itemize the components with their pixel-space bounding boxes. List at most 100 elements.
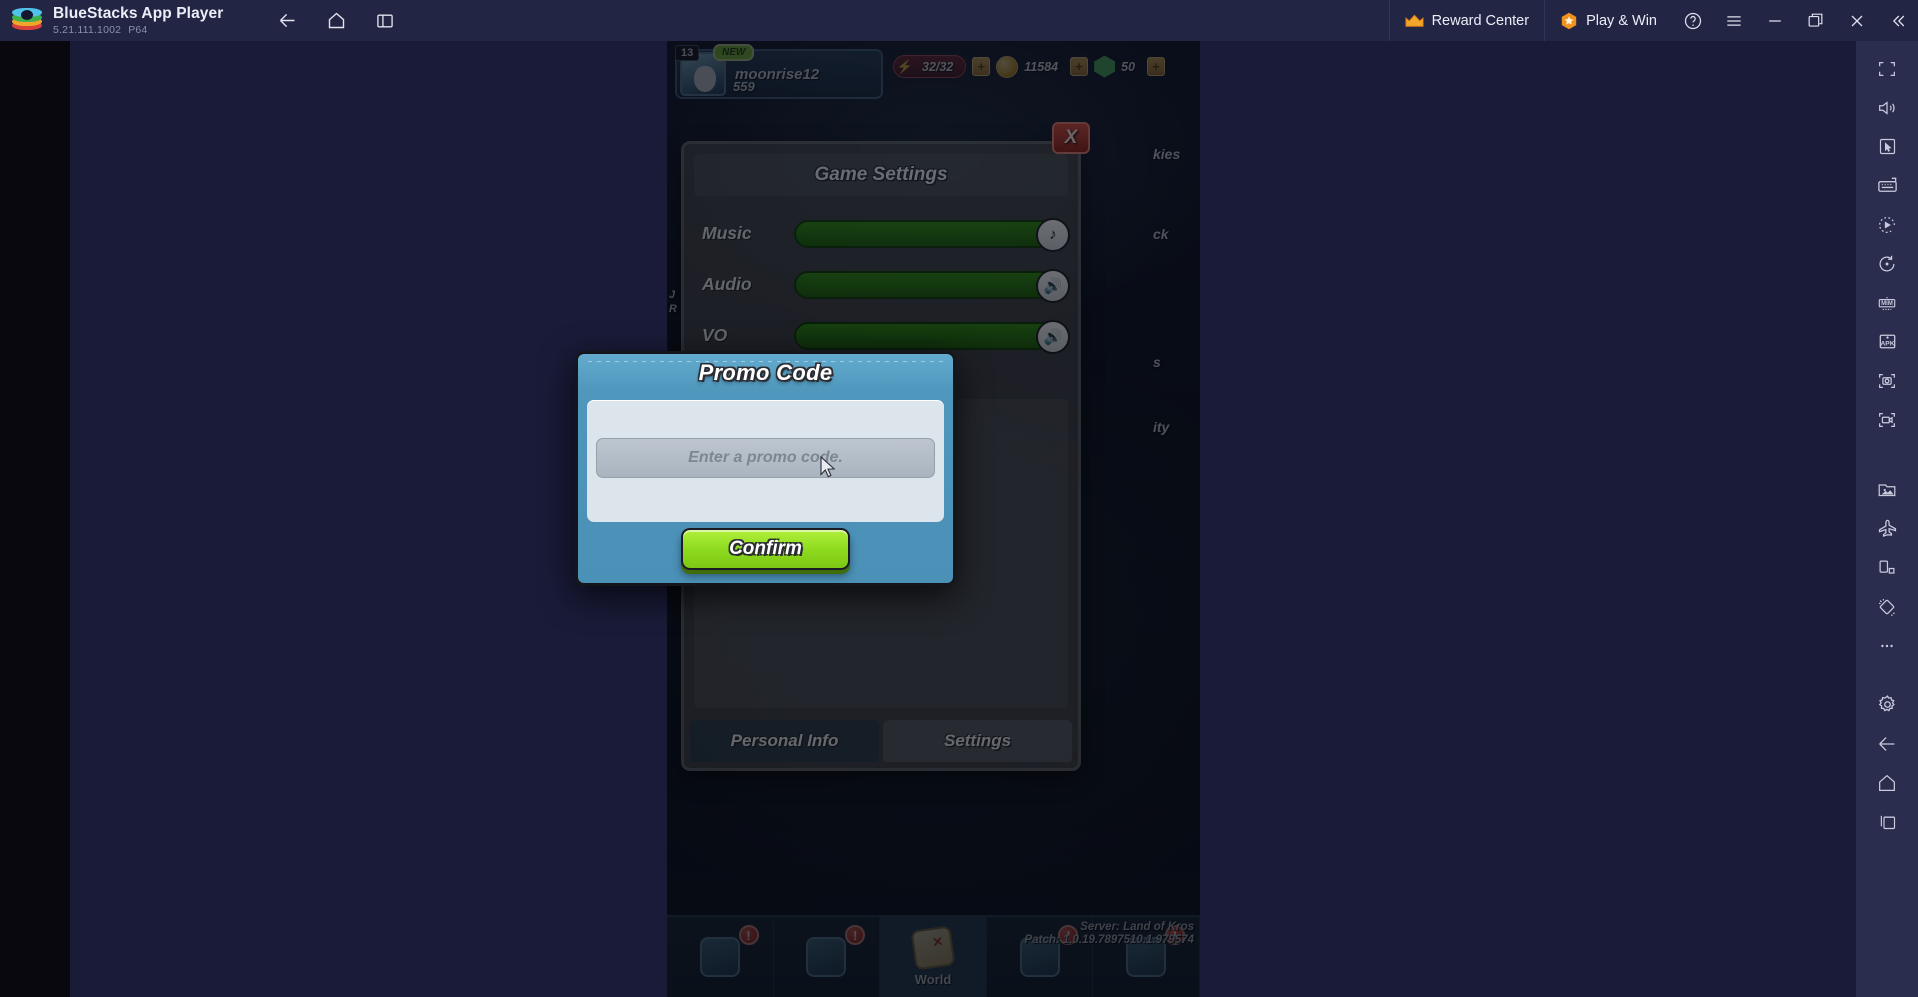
android-home-button[interactable] bbox=[1864, 763, 1910, 802]
nav-badge: ! bbox=[1164, 925, 1185, 945]
record-screen-button[interactable] bbox=[1864, 400, 1910, 439]
gem-icon bbox=[806, 937, 847, 977]
app-title-group: BlueStacks App Player 5.21.111.1002 P64 bbox=[53, 5, 223, 36]
new-badge: NEW bbox=[713, 44, 755, 61]
coin-icon bbox=[996, 55, 1019, 78]
hex-star-icon bbox=[1560, 12, 1578, 30]
volume-button[interactable] bbox=[1864, 88, 1910, 127]
audio-slider[interactable]: 🔊 bbox=[794, 268, 1070, 303]
settings-close-button[interactable]: X bbox=[1052, 122, 1090, 154]
svg-text:MIM: MIM bbox=[1881, 300, 1893, 306]
energy-add-button[interactable]: + bbox=[972, 57, 991, 76]
nav-badge: ! bbox=[845, 925, 866, 945]
music-note-icon[interactable]: ♪ bbox=[1036, 217, 1070, 252]
settings-rows: Music ♪ Audio 🔊 VO 🔊 bbox=[684, 196, 1078, 361]
android-back-button[interactable] bbox=[1864, 724, 1910, 763]
collapse-sidebar-button[interactable] bbox=[1877, 0, 1918, 41]
keyboard-controls-button[interactable] bbox=[1864, 166, 1910, 205]
reward-center-label: Reward Center bbox=[1431, 12, 1530, 29]
nav-item-lab[interactable]: ! bbox=[667, 917, 774, 997]
settings-row-audio: Audio 🔊 bbox=[702, 259, 1070, 310]
confirm-button[interactable]: Confirm bbox=[681, 528, 850, 570]
more-options-button[interactable] bbox=[1864, 626, 1910, 665]
game-bottom-nav: ! ! World ! ! Se bbox=[667, 915, 1200, 997]
close-button[interactable] bbox=[1836, 0, 1877, 41]
settings-row-music: Music ♪ bbox=[702, 208, 1070, 259]
vo-label: VO bbox=[702, 325, 728, 345]
player-card[interactable]: 13 NEW moonrise12 559 bbox=[675, 44, 883, 99]
reward-center-button[interactable]: Reward Center bbox=[1388, 0, 1545, 41]
player-guild-points: 559 bbox=[733, 79, 755, 94]
settings-tabs: Personal Info Settings bbox=[690, 720, 1072, 762]
install-apk-button[interactable]: APK bbox=[1864, 322, 1910, 361]
media-manager-button[interactable] bbox=[1864, 470, 1910, 509]
screenshot-button[interactable] bbox=[1864, 361, 1910, 400]
minimize-button[interactable] bbox=[1754, 0, 1795, 41]
nav-item-shop[interactable]: ! bbox=[1093, 917, 1200, 997]
dialog-stitch-decoration bbox=[588, 361, 943, 362]
speaker-icon[interactable]: 🔊 bbox=[1036, 319, 1070, 354]
version-number: 5.21.111.1002 bbox=[53, 24, 122, 36]
settings-button[interactable] bbox=[1864, 685, 1910, 724]
menu-button[interactable] bbox=[1713, 0, 1754, 41]
speaker-icon[interactable]: 🔊 bbox=[1036, 268, 1070, 303]
promo-code-title: Promo Code bbox=[698, 360, 833, 385]
shake-button[interactable] bbox=[1864, 587, 1910, 626]
gold-value: 11584 bbox=[1024, 59, 1059, 74]
gem-icon bbox=[1094, 55, 1116, 78]
fullscreen-button[interactable] bbox=[1864, 49, 1910, 88]
confirm-button-row: Confirm bbox=[578, 528, 953, 570]
android-viewport[interactable]: kies ck s ity J R S 13 NEW moonrise12 55… bbox=[0, 41, 1856, 997]
title-bar: BlueStacks App Player 5.21.111.1002 P64 bbox=[0, 0, 1918, 41]
home-button[interactable] bbox=[320, 6, 352, 36]
build-tag: P64 bbox=[128, 24, 148, 36]
confirm-button-label: Confirm bbox=[729, 538, 802, 559]
energy-value: 32/32 bbox=[922, 59, 954, 74]
nav-item-world[interactable]: World bbox=[880, 917, 987, 997]
audio-label: Audio bbox=[702, 274, 752, 294]
gem-chip[interactable]: 50 bbox=[1094, 55, 1141, 78]
music-slider[interactable]: ♪ bbox=[794, 217, 1070, 252]
player-level: 13 bbox=[675, 45, 700, 61]
flask-icon bbox=[699, 937, 740, 977]
nav-badge: ! bbox=[1058, 925, 1079, 945]
multi-instance-button[interactable] bbox=[369, 6, 401, 36]
maximize-button[interactable] bbox=[1795, 0, 1836, 41]
help-button[interactable] bbox=[1672, 0, 1713, 41]
vo-slider[interactable]: 🔊 bbox=[794, 319, 1070, 354]
promo-code-placeholder: Enter a promo code. bbox=[688, 449, 843, 466]
gold-add-button[interactable]: + bbox=[1070, 57, 1089, 76]
resource-bar: ⚡ 32/32 + 11584 + 50 + bbox=[893, 55, 1166, 78]
play-and-win-button[interactable]: Play & Win bbox=[1544, 0, 1672, 41]
gem-value: 50 bbox=[1121, 59, 1136, 74]
nav-item-heroes[interactable]: ! bbox=[987, 917, 1094, 997]
rotate-button[interactable] bbox=[1864, 244, 1910, 283]
game-hud: 13 NEW moonrise12 559 ⚡ 32/32 + 11584 + … bbox=[675, 44, 1192, 107]
eco-mode-button[interactable] bbox=[1864, 509, 1910, 548]
music-label: Music bbox=[702, 223, 752, 243]
game-controls-button[interactable] bbox=[1864, 127, 1910, 166]
nav-item-gacha[interactable]: ! bbox=[774, 917, 881, 997]
shop-icon bbox=[1126, 937, 1167, 977]
multi-instance-manager-button[interactable]: MIM bbox=[1864, 283, 1910, 322]
tab-personal-info[interactable]: Personal Info bbox=[690, 720, 879, 762]
settings-header: Game Settings bbox=[694, 154, 1068, 196]
screen-mode-button[interactable] bbox=[1864, 548, 1910, 587]
settings-title: Game Settings bbox=[814, 164, 948, 185]
promo-code-card: Enter a promo code. bbox=[587, 400, 944, 522]
gem-add-button[interactable]: + bbox=[1147, 57, 1166, 76]
tab-settings[interactable]: Settings bbox=[883, 720, 1072, 762]
nav-label-world: World bbox=[914, 971, 952, 987]
back-button[interactable] bbox=[271, 6, 303, 36]
android-recents-button[interactable] bbox=[1864, 802, 1910, 841]
nav-badge: ! bbox=[738, 925, 759, 945]
macro-recorder-button[interactable] bbox=[1864, 205, 1910, 244]
promo-code-dialog: Promo Code Enter a promo code. Confirm bbox=[575, 351, 956, 586]
energy-chip[interactable]: ⚡ 32/32 bbox=[893, 55, 967, 78]
bluestacks-window: BlueStacks App Player 5.21.111.1002 P64 bbox=[0, 0, 1918, 997]
play-and-win-label: Play & Win bbox=[1586, 12, 1657, 29]
energy-bolt-icon: ⚡ bbox=[896, 58, 914, 74]
promo-code-input[interactable]: Enter a promo code. bbox=[596, 438, 935, 478]
viewport-left-letterbox bbox=[0, 41, 70, 997]
gold-chip[interactable]: 11584 bbox=[996, 55, 1064, 78]
